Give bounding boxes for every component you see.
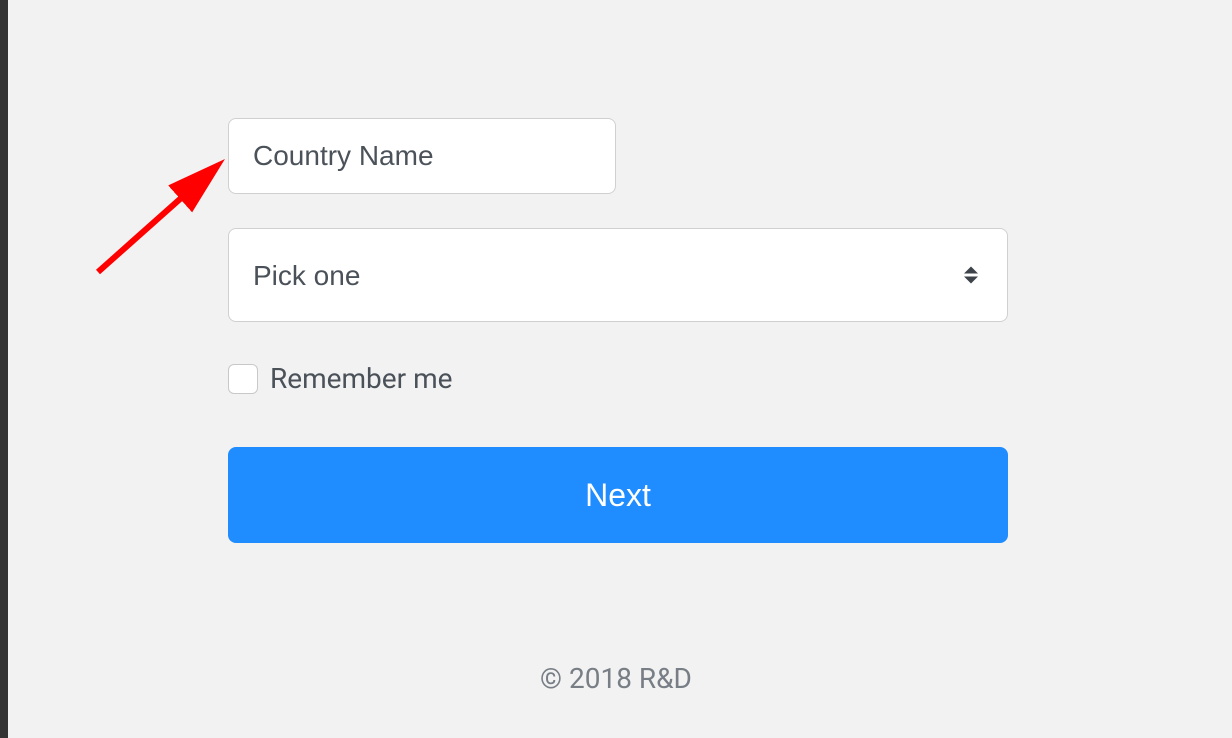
country-name-input[interactable]	[228, 118, 616, 194]
remember-me-label[interactable]: Remember me	[270, 362, 452, 395]
remember-me-row: Remember me	[228, 362, 1010, 395]
next-button[interactable]: Next	[228, 447, 1008, 543]
remember-me-checkbox[interactable]	[228, 364, 258, 394]
vertical-divider	[0, 0, 8, 738]
footer-copyright: © 2018 R&D	[0, 662, 1232, 695]
arrow-annotation-icon	[88, 142, 238, 286]
form-container: Pick one Remember me Next	[228, 118, 1010, 543]
pick-one-select[interactable]: Pick one	[228, 228, 1008, 322]
select-wrapper: Pick one	[228, 228, 1008, 322]
